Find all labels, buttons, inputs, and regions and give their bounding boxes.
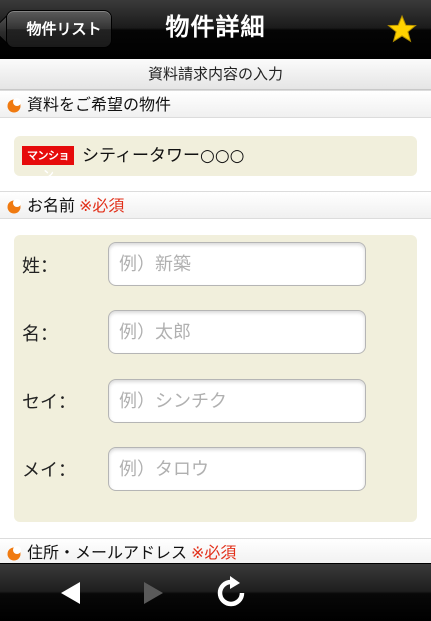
first-name-input[interactable] [108,310,366,354]
arrow-left-icon[interactable] [54,576,88,610]
name-form-panel: 姓： 名： セイ： メイ： [14,235,417,522]
last-name-kana-label: セイ： [22,392,76,413]
first-name-kana-label: メイ： [22,460,76,481]
sub-header-title: 資料請求内容の入力 [147,65,283,83]
reload-icon[interactable] [214,576,248,610]
bullet-icon [7,98,21,113]
back-button[interactable]: 物件リスト [6,10,112,48]
sub-header: 資料請求内容の入力 [0,59,431,90]
bullet-icon [7,199,21,214]
property-name: シティータワー○○○ [82,146,245,166]
page-title: 物件詳細 [165,13,266,41]
required-mark: ※必須 [79,196,125,215]
last-name-label: 姓： [22,256,58,277]
property-card: マンション シティータワー○○○ [14,136,417,181]
bullet-icon [7,546,21,561]
section-heading-property: 資料をご希望の物件 [0,90,431,118]
required-mark: ※必須 [191,543,237,562]
back-button-label: 物件リスト [26,20,102,38]
last-name-input[interactable] [108,242,366,286]
navigation-bar: 物件リスト 物件詳細 [0,0,431,59]
first-name-label: 名： [22,324,58,345]
address-label-text: 住所・メールアドレス [27,543,188,562]
star-icon[interactable] [387,14,417,44]
section-label-property: 資料をご希望の物件 [27,95,172,114]
section-label-name: お名前 ※必須 [27,192,124,220]
arrow-right-icon[interactable] [136,576,170,610]
section-heading-name: お名前 ※必須 [0,191,431,219]
section-heading-address: 住所・メールアドレス ※必須 [0,538,431,566]
mansion-badge: マンション [22,146,74,181]
last-name-kana-input[interactable] [108,379,366,423]
first-name-kana-input[interactable] [108,447,366,491]
name-label-text: お名前 [27,196,76,215]
bottom-toolbar [0,563,431,621]
